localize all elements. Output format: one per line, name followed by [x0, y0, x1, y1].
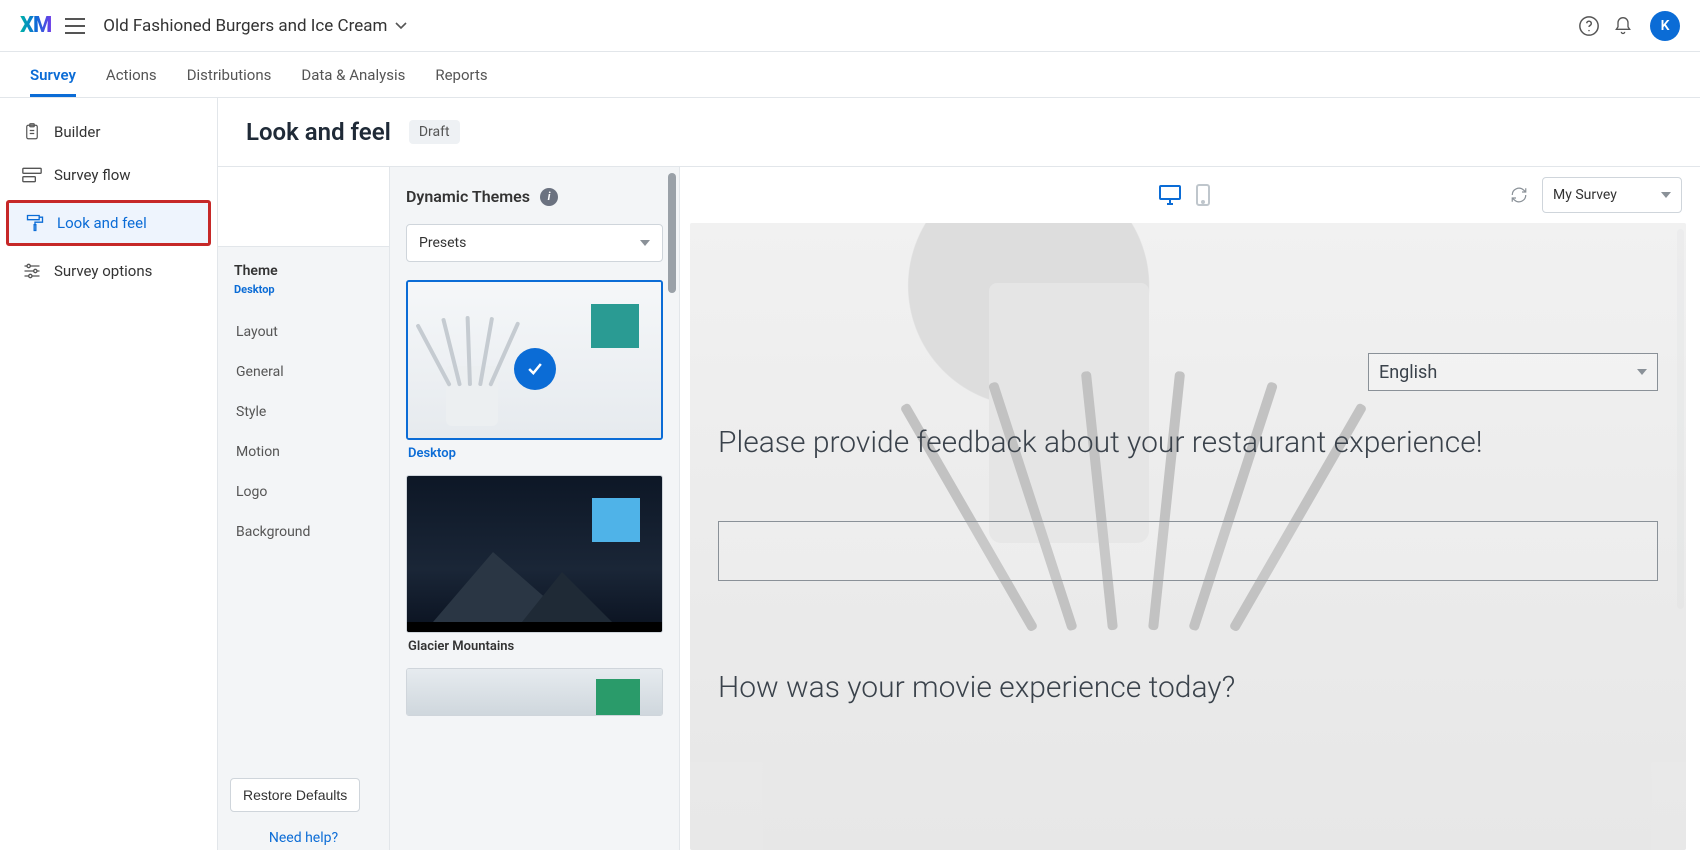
- chevron-down-icon: [1637, 369, 1647, 375]
- page-title: Look and feel: [246, 118, 391, 146]
- refresh-icon[interactable]: [1510, 186, 1528, 204]
- status-badge: Draft: [409, 120, 460, 144]
- desktop-preview-icon[interactable]: [1158, 184, 1182, 206]
- presets-dropdown[interactable]: Presets: [406, 224, 663, 262]
- preview-stage: English Please provide feedback about yo…: [690, 223, 1686, 850]
- restore-defaults-button[interactable]: Restore Defaults: [230, 778, 360, 812]
- themes-scrollbar[interactable]: [668, 173, 676, 293]
- nav-label: Survey options: [54, 262, 152, 280]
- help-icon[interactable]: [1572, 9, 1606, 43]
- preview-answer-input[interactable]: [718, 521, 1658, 581]
- paint-icon: [25, 213, 45, 233]
- themes-column: Dynamic Themes i Presets: [390, 167, 680, 850]
- clipboard-icon: [22, 122, 42, 142]
- theme-label: Glacier Mountains: [408, 639, 661, 654]
- survey-left-nav: Builder Survey flow Look and feel Survey…: [0, 98, 218, 850]
- chevron-down-icon: [1661, 192, 1671, 198]
- tab-reports[interactable]: Reports: [435, 54, 487, 96]
- settings-section-title[interactable]: Theme: [234, 263, 373, 279]
- flow-icon: [22, 167, 42, 183]
- tab-data-analysis[interactable]: Data & Analysis: [301, 54, 405, 96]
- language-select[interactable]: English: [1368, 353, 1658, 391]
- theme-card-third[interactable]: [406, 668, 663, 716]
- themes-heading: Dynamic Themes i: [406, 187, 663, 206]
- theme-swatch: [596, 679, 640, 715]
- tab-distributions[interactable]: Distributions: [187, 54, 272, 96]
- need-help-link[interactable]: Need help?: [218, 824, 389, 850]
- check-icon: [514, 348, 556, 390]
- theme-card-desktop[interactable]: [406, 280, 663, 440]
- xm-logo: XM: [20, 13, 51, 38]
- nav-builder[interactable]: Builder: [0, 110, 217, 154]
- nav-label: Survey flow: [54, 166, 131, 184]
- tab-survey[interactable]: Survey: [30, 54, 76, 96]
- nav-survey-flow[interactable]: Survey flow: [0, 154, 217, 196]
- settings-style[interactable]: Style: [218, 392, 389, 432]
- theme-card-glacier[interactable]: [406, 475, 663, 633]
- preview-column: My Survey: [680, 167, 1700, 850]
- settings-motion[interactable]: Motion: [218, 432, 389, 472]
- sliders-icon: [22, 262, 42, 280]
- preview-question-2: How was your movie experience today?: [718, 668, 1658, 709]
- tab-actions[interactable]: Actions: [106, 54, 157, 96]
- settings-general[interactable]: General: [218, 352, 389, 392]
- chevron-down-icon: [395, 22, 407, 30]
- mobile-preview-icon[interactable]: [1196, 184, 1210, 206]
- theme-swatch: [592, 498, 640, 542]
- settings-blank: [218, 167, 389, 247]
- chevron-down-icon: [640, 240, 650, 246]
- info-icon[interactable]: i: [540, 188, 558, 206]
- nav-look-and-feel[interactable]: Look and feel: [6, 200, 211, 246]
- settings-section-sub: Desktop: [234, 283, 373, 296]
- theme-swatch: [591, 304, 639, 348]
- settings-layout[interactable]: Layout: [218, 312, 389, 352]
- menu-icon[interactable]: [65, 18, 85, 34]
- avatar[interactable]: K: [1650, 11, 1680, 41]
- main-tabs: Survey Actions Distributions Data & Anal…: [0, 52, 1700, 98]
- settings-background[interactable]: Background: [218, 512, 389, 552]
- project-title-dropdown[interactable]: Old Fashioned Burgers and Ice Cream: [103, 16, 407, 36]
- survey-dropdown[interactable]: My Survey: [1542, 177, 1682, 213]
- bell-icon[interactable]: [1606, 9, 1640, 43]
- settings-column: Theme Desktop Layout General Style Motio…: [218, 167, 390, 850]
- nav-label: Builder: [54, 123, 100, 141]
- nav-survey-options[interactable]: Survey options: [0, 250, 217, 292]
- preview-question-1: Please provide feedback about your resta…: [718, 423, 1658, 464]
- nav-label: Look and feel: [57, 214, 147, 232]
- settings-logo[interactable]: Logo: [218, 472, 389, 512]
- project-name: Old Fashioned Burgers and Ice Cream: [103, 16, 387, 36]
- theme-label: Desktop: [408, 446, 661, 461]
